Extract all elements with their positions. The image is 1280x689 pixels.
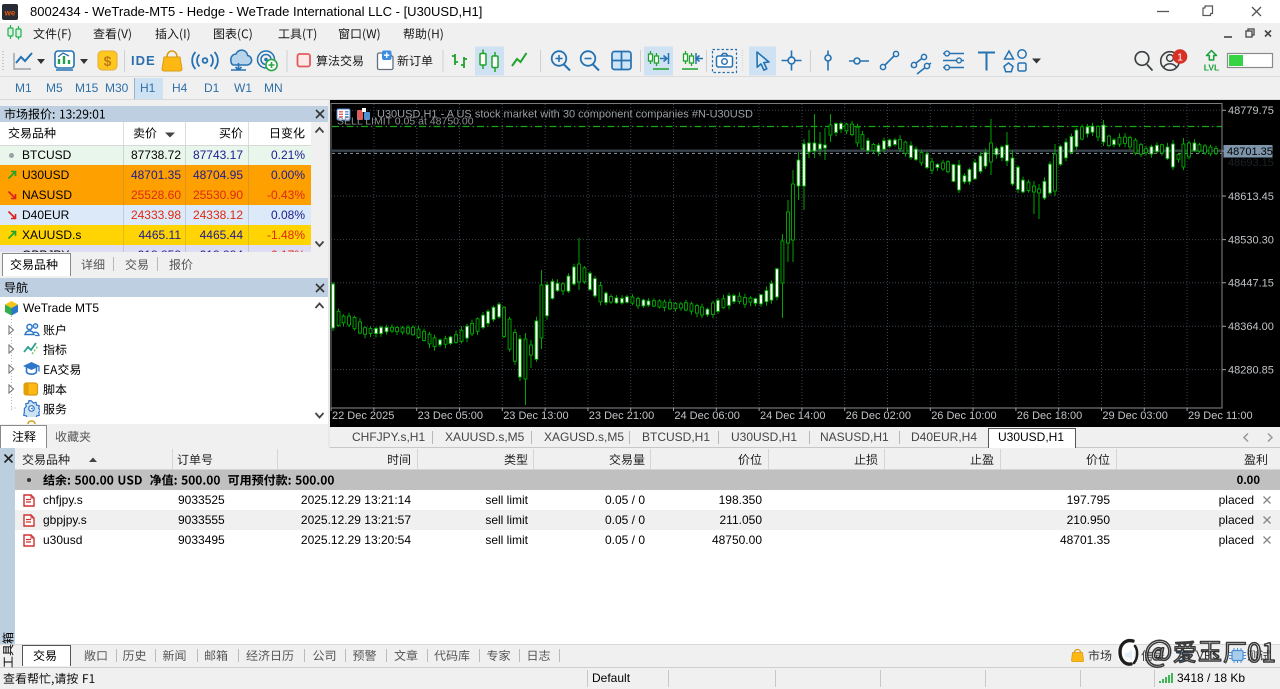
svg-text:22 Dec 2025: 22 Dec 2025 bbox=[332, 410, 394, 422]
svg-text:23 Dec 13:00: 23 Dec 13:00 bbox=[503, 410, 568, 422]
svg-text:48364.00: 48364.00 bbox=[1228, 321, 1274, 333]
svg-text:23 Dec 05:00: 23 Dec 05:00 bbox=[418, 410, 483, 422]
svg-text:SELL LIMIT 0.05 at 48750.00: SELL LIMIT 0.05 at 48750.00 bbox=[337, 116, 474, 128]
svg-text:26 Dec 18:00: 26 Dec 18:00 bbox=[1017, 410, 1082, 422]
svg-text:29 Dec 03:00: 29 Dec 03:00 bbox=[1102, 410, 1167, 422]
svg-text:$: $ bbox=[104, 53, 112, 69]
svg-text:48447.15: 48447.15 bbox=[1228, 278, 1274, 290]
svg-text:23 Dec 21:00: 23 Dec 21:00 bbox=[589, 410, 654, 422]
svg-text:24 Dec 06:00: 24 Dec 06:00 bbox=[674, 410, 739, 422]
svg-text:48701.35: 48701.35 bbox=[1227, 146, 1273, 158]
svg-text:26 Dec 10:00: 26 Dec 10:00 bbox=[931, 410, 996, 422]
svg-text:1: 1 bbox=[1177, 51, 1183, 63]
svg-text:48530.30: 48530.30 bbox=[1228, 234, 1274, 246]
svg-text:48280.85: 48280.85 bbox=[1228, 364, 1274, 376]
svg-text:48693.15: 48693.15 bbox=[1228, 157, 1274, 169]
svg-text:LVL: LVL bbox=[1204, 63, 1219, 73]
svg-text:48613.45: 48613.45 bbox=[1228, 191, 1274, 203]
svg-text:we: we bbox=[4, 9, 16, 18]
svg-text:24 Dec 14:00: 24 Dec 14:00 bbox=[760, 410, 825, 422]
svg-text:26 Dec 02:00: 26 Dec 02:00 bbox=[846, 410, 911, 422]
svg-text:29 Dec 11:00: 29 Dec 11:00 bbox=[1188, 410, 1253, 422]
svg-text:48779.75: 48779.75 bbox=[1228, 105, 1274, 117]
